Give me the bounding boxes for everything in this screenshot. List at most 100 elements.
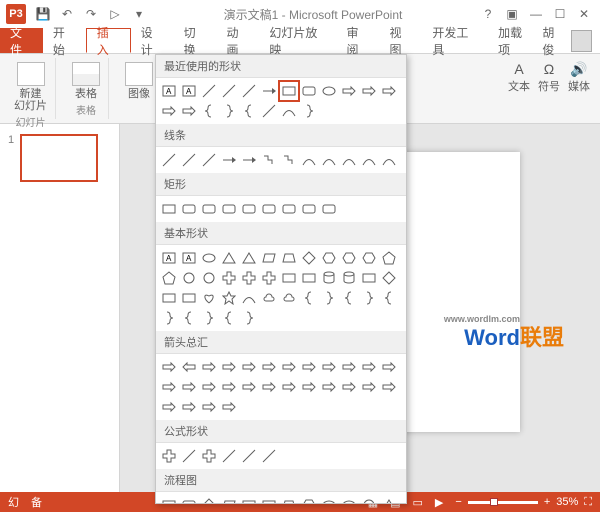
shape-line-17[interactable] xyxy=(260,102,278,120)
shape-txt-0[interactable]: A xyxy=(160,249,178,267)
save-icon[interactable]: 💾 xyxy=(34,5,52,23)
shape-curve-28[interactable] xyxy=(240,289,258,307)
minimize-icon[interactable]: — xyxy=(526,6,546,22)
shape-rrect-2[interactable] xyxy=(200,200,218,218)
shape-hex-8[interactable] xyxy=(320,249,338,267)
shape-txt-1[interactable]: A xyxy=(180,249,198,267)
shape-rrect-1[interactable] xyxy=(180,496,198,504)
shape-arrR-14[interactable] xyxy=(200,378,218,396)
shape-oval-8[interactable] xyxy=(320,82,338,100)
shape-oval-2[interactable] xyxy=(200,249,218,267)
shape-rrect-5[interactable] xyxy=(260,200,278,218)
shape-arrR-5[interactable] xyxy=(260,358,278,376)
zoom-level[interactable]: 35% xyxy=(556,496,578,508)
tab-transition[interactable]: 切换 xyxy=(174,28,217,53)
shape-rcurl-15[interactable] xyxy=(220,102,238,120)
shape-arrR-9[interactable] xyxy=(340,82,358,100)
tab-home[interactable]: 开始 xyxy=(43,28,86,53)
shape-lcurl-33[interactable] xyxy=(340,289,358,307)
shape-curve-18[interactable] xyxy=(280,102,298,120)
textbox-button[interactable]: A文本 xyxy=(508,60,530,94)
shape-arrR-9[interactable] xyxy=(340,358,358,376)
zoom-slider[interactable] xyxy=(468,501,538,504)
tab-addins[interactable]: 加载项 xyxy=(488,28,542,53)
start-icon[interactable]: ▷ xyxy=(106,5,124,23)
shape-arrR-16[interactable] xyxy=(240,378,258,396)
shape-lcurl-16[interactable] xyxy=(240,102,258,120)
shape-line-1[interactable] xyxy=(180,447,198,465)
shape-curve-11[interactable] xyxy=(380,151,398,169)
shape-oval-9[interactable] xyxy=(340,496,358,504)
shape-arrL-1[interactable] xyxy=(180,358,198,376)
shape-arrR-23[interactable] xyxy=(380,378,398,396)
shape-rrect-6[interactable] xyxy=(280,200,298,218)
tab-slideshow[interactable]: 幻灯片放映 xyxy=(259,28,336,53)
view-reading-icon[interactable]: ▭ xyxy=(413,496,423,509)
shape-plus-0[interactable] xyxy=(160,447,178,465)
user-avatar[interactable] xyxy=(571,30,592,52)
shape-arrR-6[interactable] xyxy=(280,358,298,376)
shape-arr-4[interactable] xyxy=(240,151,258,169)
shape-rect-25[interactable] xyxy=(180,289,198,307)
shape-arrR-7[interactable] xyxy=(300,358,318,376)
shape-cyl-21[interactable] xyxy=(340,269,358,287)
shape-circ-14[interactable] xyxy=(200,269,218,287)
shape-arrR-2[interactable] xyxy=(200,358,218,376)
shape-star-27[interactable] xyxy=(220,289,238,307)
shape-arrR-21[interactable] xyxy=(340,378,358,396)
shape-txt-0[interactable]: A xyxy=(160,82,178,100)
shape-hex-7[interactable] xyxy=(300,496,318,504)
close-icon[interactable]: ✕ xyxy=(574,6,594,22)
shape-para-3[interactable] xyxy=(220,496,238,504)
shape-curve-9[interactable] xyxy=(340,151,358,169)
shape-plus-15[interactable] xyxy=(220,269,238,287)
shape-rect-6[interactable] xyxy=(280,82,298,100)
tab-insert[interactable]: 插入 xyxy=(86,28,131,53)
table-button[interactable]: 表格 xyxy=(68,60,104,102)
shape-line-2[interactable] xyxy=(200,151,218,169)
shape-arrR-15[interactable] xyxy=(220,378,238,396)
shape-arrR-8[interactable] xyxy=(320,358,338,376)
shape-arrR-3[interactable] xyxy=(220,358,238,376)
shape-arrR-17[interactable] xyxy=(260,378,278,396)
shape-curve-10[interactable] xyxy=(360,151,378,169)
shape-arrR-10[interactable] xyxy=(360,358,378,376)
shape-rrect-7[interactable] xyxy=(300,200,318,218)
shape-arrR-26[interactable] xyxy=(200,398,218,416)
shape-rect-22[interactable] xyxy=(360,269,378,287)
shape-arrR-12[interactable] xyxy=(160,102,178,120)
symbol-button[interactable]: Ω符号 xyxy=(538,60,560,94)
shape-rect-19[interactable] xyxy=(300,269,318,287)
tab-review[interactable]: 审阅 xyxy=(337,28,380,53)
tab-file[interactable]: 文件 xyxy=(0,28,43,53)
shape-arrR-22[interactable] xyxy=(360,378,378,396)
shape-arrR-18[interactable] xyxy=(280,378,298,396)
shape-arrR-24[interactable] xyxy=(160,398,178,416)
shape-rcurl-36[interactable] xyxy=(160,309,178,327)
shape-rrect-1[interactable] xyxy=(180,200,198,218)
image-button[interactable]: 图像 xyxy=(121,60,157,102)
shape-plus-2[interactable] xyxy=(200,447,218,465)
shape-trap-6[interactable] xyxy=(280,496,298,504)
shape-arrR-11[interactable] xyxy=(380,358,398,376)
status-notes[interactable]: 备 xyxy=(31,494,42,510)
shape-lcurl-35[interactable] xyxy=(380,289,398,307)
shape-arrR-19[interactable] xyxy=(300,378,318,396)
undo-icon[interactable]: ↶ xyxy=(58,5,76,23)
shape-hex-10[interactable] xyxy=(360,249,378,267)
shape-pent-12[interactable] xyxy=(160,269,178,287)
shape-circ-13[interactable] xyxy=(180,269,198,287)
shape-lcurl-37[interactable] xyxy=(180,309,198,327)
shape-arr-5[interactable] xyxy=(260,82,278,100)
thumb-1[interactable]: 1 xyxy=(8,134,111,182)
shape-curve-7[interactable] xyxy=(300,151,318,169)
shape-conn-6[interactable] xyxy=(280,151,298,169)
shape-plus-17[interactable] xyxy=(260,269,278,287)
shape-arrR-20[interactable] xyxy=(320,378,338,396)
qat-more-icon[interactable]: ▾ xyxy=(130,5,148,23)
shape-rect-4[interactable] xyxy=(240,496,258,504)
redo-icon[interactable]: ↷ xyxy=(82,5,100,23)
shape-cyl-20[interactable] xyxy=(320,269,338,287)
shape-trap-6[interactable] xyxy=(280,249,298,267)
shape-rect-0[interactable] xyxy=(160,200,178,218)
